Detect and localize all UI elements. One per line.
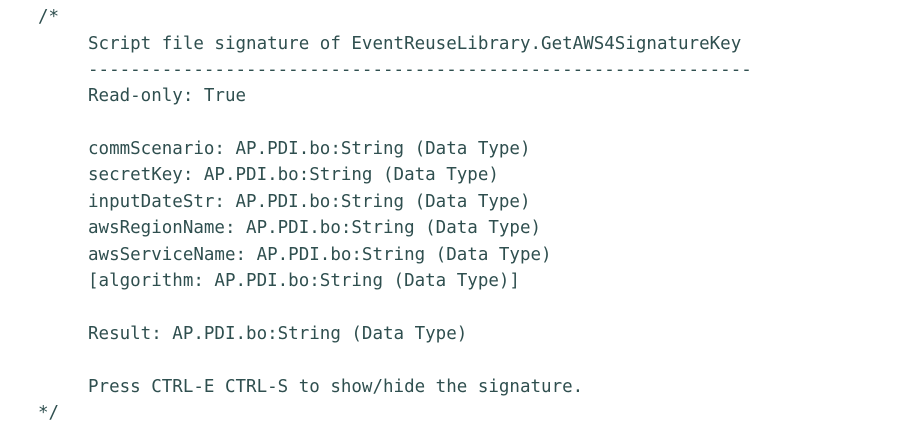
result-line: Result: AP.PDI.bo:String (Data Type): [88, 324, 468, 344]
signature-title: Script file signature of EventReuseLibra…: [88, 34, 742, 54]
parameter-line-input-date-str: inputDateStr: AP.PDI.bo:String (Data Typ…: [88, 192, 531, 212]
comment-close-marker: */: [38, 403, 60, 423]
signature-hint-line: Press CTRL-E CTRL-S to show/hide the sig…: [88, 377, 584, 397]
signature-separator: ----------------------------------------…: [88, 60, 752, 80]
parameter-line-secret-key: secretKey: AP.PDI.bo:String (Data Type): [88, 165, 499, 185]
parameter-line-aws-region-name: awsRegionName: AP.PDI.bo:String (Data Ty…: [88, 218, 542, 238]
comment-open-marker: /*: [38, 7, 60, 27]
read-only-line: Read-only: True: [88, 86, 247, 106]
parameter-line-algorithm: [algorithm: AP.PDI.bo:String (Data Type)…: [88, 271, 520, 291]
parameter-line-aws-service-name: awsServiceName: AP.PDI.bo:String (Data T…: [88, 245, 552, 265]
code-editor[interactable]: /* Script file signature of EventReuseLi…: [0, 0, 904, 428]
parameter-line-comm-scenario: commScenario: AP.PDI.bo:String (Data Typ…: [88, 139, 531, 159]
